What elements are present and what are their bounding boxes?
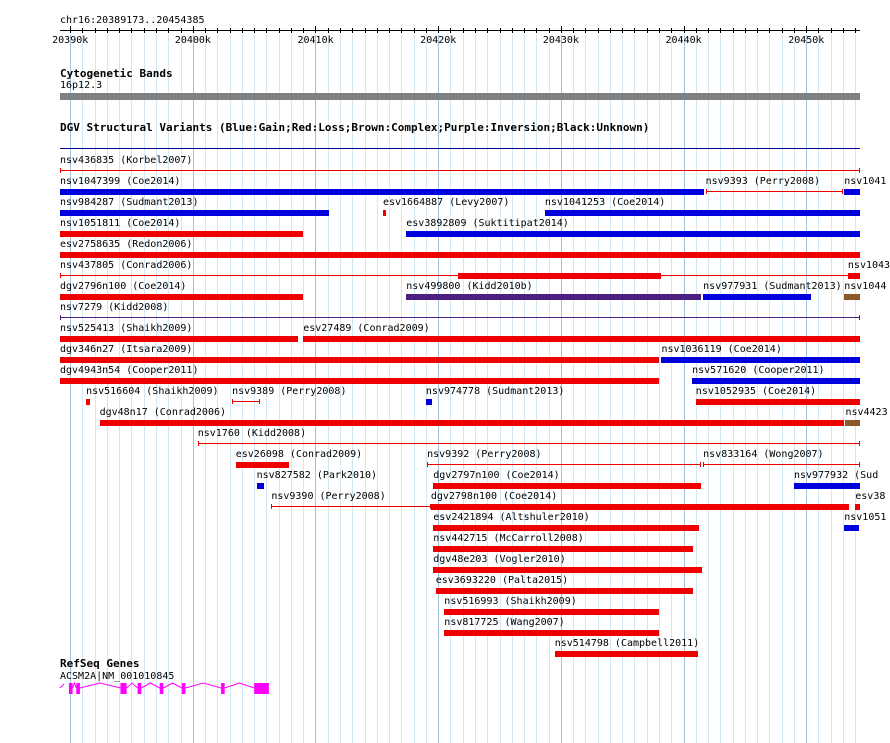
exon[interactable] <box>76 683 80 694</box>
intron <box>163 682 183 689</box>
exon[interactable] <box>137 683 142 694</box>
intron <box>126 682 138 689</box>
exon[interactable] <box>181 683 186 694</box>
intron <box>224 682 255 689</box>
exon[interactable] <box>254 683 269 694</box>
exon[interactable] <box>159 683 164 694</box>
intron <box>185 682 222 689</box>
intron <box>141 682 160 689</box>
intron <box>79 682 121 689</box>
exon[interactable] <box>120 683 127 694</box>
exon[interactable] <box>221 683 225 694</box>
refseq-gene-model[interactable] <box>0 0 890 743</box>
intron <box>72 681 77 689</box>
exon[interactable] <box>68 683 73 694</box>
gene-start-chevron <box>59 683 65 689</box>
